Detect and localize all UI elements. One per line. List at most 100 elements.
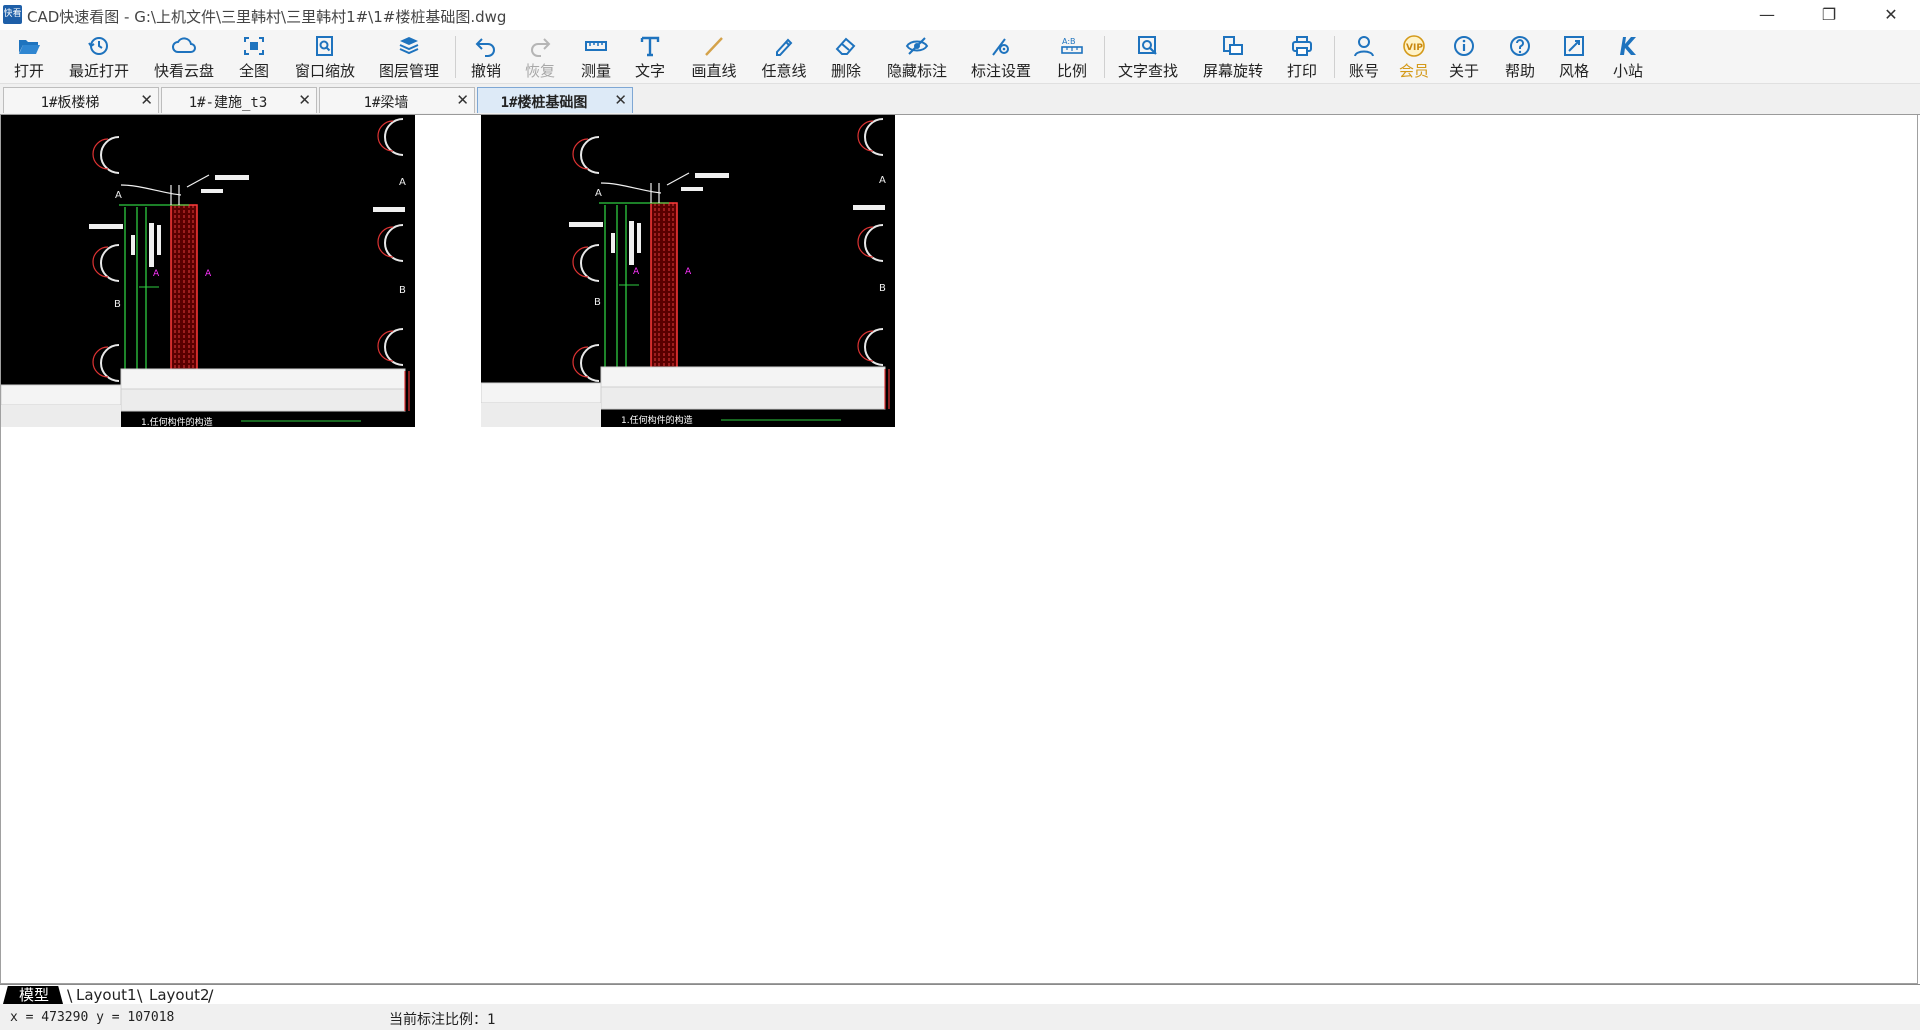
tab-label: 1#-建施_t3 — [188, 95, 268, 111]
user-icon — [1354, 36, 1374, 57]
tab-label: 1#楼桩基础图 — [500, 95, 588, 111]
tab-board-stairs[interactable]: 1#板楼梯 ✕ — [3, 87, 159, 113]
tab-pile-foundation[interactable]: 1#楼桩基础图 ✕ — [477, 87, 633, 113]
print-button[interactable]: 打印 — [1280, 32, 1324, 82]
account-button[interactable]: 账号 — [1342, 32, 1386, 82]
delete-button[interactable]: 删除 — [824, 32, 868, 82]
tab-architecture-t3[interactable]: 1#-建施_t3 ✕ — [161, 87, 317, 113]
hide-annotations-label: 隐藏标注 — [886, 62, 947, 80]
measure-button[interactable]: 测量 — [574, 32, 618, 82]
tab-model[interactable]: 模型 — [3, 986, 64, 1004]
tab-separator: \ — [67, 986, 73, 1005]
title-bar: 快看 CAD快速看图 - G:\上机文件\三里韩村\三里韩村1#\1#楼桩基础图… — [0, 0, 1920, 30]
layout-tab-bar: 模型 \ Layout1 \ Layout2 / — [0, 984, 1920, 1005]
magenta-marker-b: A — [205, 269, 212, 279]
full-view-button[interactable]: 全图 — [232, 32, 276, 82]
text-button[interactable]: 文字 — [628, 32, 672, 82]
scale-icon: A:B — [1061, 37, 1083, 54]
cloud-disk-button[interactable]: 快看云盘 — [148, 32, 220, 82]
vip-label: 会员 — [1398, 62, 1429, 80]
redo-button[interactable]: 恢复 — [518, 32, 562, 82]
tab-close-icon[interactable]: ✕ — [614, 91, 627, 109]
undo-label: 撤销 — [470, 62, 501, 80]
section-a-right-label: A — [879, 175, 886, 186]
hide-annotations-button[interactable]: 隐藏标注 — [882, 32, 952, 82]
style-button[interactable]: 风格 — [1552, 32, 1596, 82]
line-icon — [705, 37, 723, 56]
help-button[interactable]: 帮助 — [1498, 32, 1542, 82]
full-view-label: 全图 — [238, 62, 269, 80]
folder-open-icon — [19, 40, 40, 54]
screen-rotate-label: 屏幕旋转 — [1202, 62, 1263, 80]
measure-label: 测量 — [580, 62, 611, 80]
scale-button[interactable]: A:B 比例 — [1050, 32, 1094, 82]
screen-rotate-button[interactable]: 屏幕旋转 — [1198, 32, 1268, 82]
open-button[interactable]: 打开 — [4, 32, 54, 82]
text-search-button[interactable]: 文字查找 — [1112, 32, 1184, 82]
delete-label: 删除 — [830, 62, 861, 80]
draw-line-label: 画直线 — [691, 62, 737, 80]
drawing-preview-right: A B A B A A 1.任何构件的构造 — [481, 115, 895, 427]
minimize-button[interactable]: — — [1744, 0, 1790, 30]
about-label: 关于 — [1448, 62, 1479, 80]
freehand-line-button[interactable]: 任意线 — [756, 32, 812, 82]
vip-button[interactable]: VIP 会员 — [1392, 32, 1436, 82]
section-a-left-label: A — [115, 190, 122, 201]
drawing-footnote-left: 1.任何构件的构造 — [141, 416, 213, 427]
station-button[interactable]: 小站 — [1606, 32, 1650, 82]
eye-icon — [905, 37, 929, 55]
style-label: 风格 — [1558, 62, 1589, 80]
layers-icon — [399, 37, 419, 55]
text-icon — [640, 36, 660, 57]
tab-beam-wall[interactable]: 1#梁墙 ✕ — [319, 87, 475, 113]
about-button[interactable]: 关于 — [1442, 32, 1486, 82]
dimension-settings-icon — [992, 38, 1009, 56]
window-zoom-button[interactable]: 窗口缩放 — [290, 32, 360, 82]
recent-open-button[interactable]: 最近打开 — [64, 32, 134, 82]
tab-separator: / — [208, 986, 214, 1005]
toolbar-divider — [455, 36, 456, 78]
text-label: 文字 — [634, 62, 665, 80]
cloud-icon — [172, 37, 196, 53]
status-bar: x = 473290 y = 107018 当前标注比例：1 — [0, 1004, 1920, 1030]
restore-button[interactable]: ❐ — [1806, 0, 1852, 30]
draw-line-button[interactable]: 画直线 — [686, 32, 742, 82]
redo-label: 恢复 — [524, 62, 555, 80]
undo-icon — [475, 38, 495, 57]
help-label: 帮助 — [1504, 62, 1535, 80]
tab-label: 1#梁墙 — [363, 95, 409, 111]
section-b-left-label: B — [114, 299, 121, 310]
window-title: CAD快速看图 - G:\上机文件\三里韩村\三里韩村1#\1#楼桩基础图.dw… — [27, 8, 507, 26]
annotation-settings-label: 标注设置 — [970, 62, 1031, 80]
print-label: 打印 — [1286, 62, 1317, 80]
fit-all-icon — [244, 37, 264, 55]
redo-icon — [531, 38, 551, 57]
toolbar-divider — [1334, 36, 1335, 78]
layer-manager-label: 图层管理 — [378, 62, 439, 80]
undo-button[interactable]: 撤销 — [464, 32, 508, 82]
printer-icon — [1292, 36, 1312, 56]
freehand-line-label: 任意线 — [761, 62, 807, 80]
annotation-scale-status: 当前标注比例：1 — [389, 1012, 496, 1028]
drawing-canvas[interactable]: A B A B A A 1.任何构件的构造 A B A B A A 1.任何构件… — [0, 115, 1918, 984]
tab-close-icon[interactable]: ✕ — [456, 91, 469, 109]
annotation-settings-button[interactable]: 标注设置 — [966, 32, 1036, 82]
app-logo-icon: 快看 — [3, 5, 22, 24]
layer-manager-button[interactable]: 图层管理 — [374, 32, 444, 82]
main-toolbar: 打开 最近打开 快看云盘 全图 窗口缩放 图层管理 撤销 恢复 测量 文字 画直… — [0, 30, 1920, 84]
magenta-marker-a: A — [153, 269, 160, 279]
section-a-right-label: A — [399, 177, 406, 188]
zoom-window-icon — [316, 36, 333, 56]
style-icon — [1564, 36, 1584, 56]
tab-layout1[interactable]: Layout1 — [76, 986, 137, 1004]
cloud-disk-label: 快看云盘 — [153, 62, 214, 80]
tab-close-icon[interactable]: ✕ — [140, 91, 153, 109]
section-a-left-label: A — [595, 188, 602, 199]
pen-icon — [776, 38, 793, 56]
close-button[interactable]: ✕ — [1868, 0, 1914, 30]
recent-open-label: 最近打开 — [68, 62, 129, 80]
section-b-right-label: B — [399, 285, 406, 296]
tab-close-icon[interactable]: ✕ — [298, 91, 311, 109]
tab-layout2[interactable]: Layout2 — [149, 986, 210, 1004]
eraser-icon — [835, 37, 856, 55]
